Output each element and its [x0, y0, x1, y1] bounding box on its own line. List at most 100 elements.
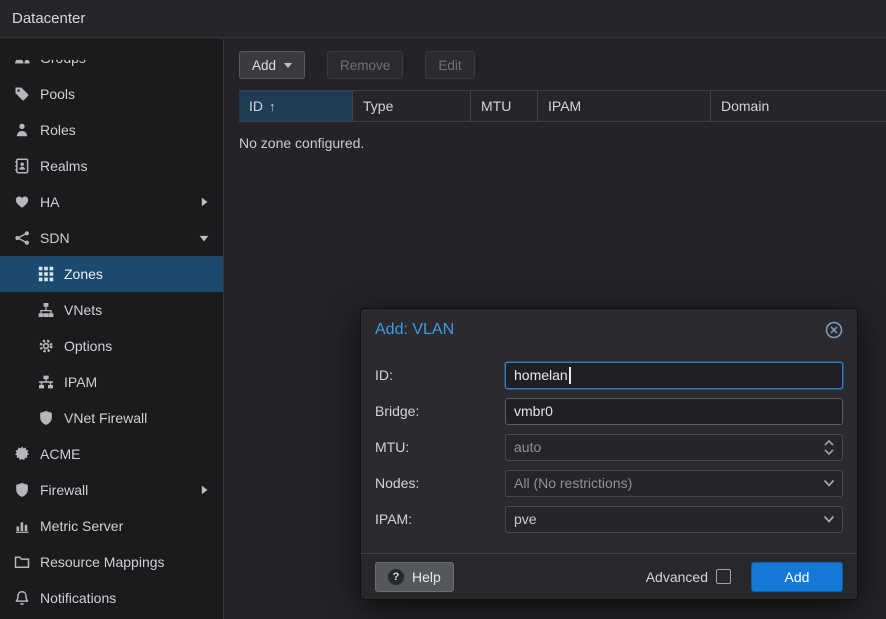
certificate-icon — [14, 446, 30, 462]
bar-chart-icon — [14, 518, 30, 534]
sidebar-item-firewall[interactable]: Firewall — [0, 472, 223, 508]
sidebar-item-label: HA — [40, 194, 59, 210]
field-row-bridge: Bridge: — [375, 393, 843, 429]
sidebar-item-label: Realms — [40, 158, 87, 174]
id-input[interactable] — [505, 362, 843, 389]
mtu-label: MTU: — [375, 439, 505, 455]
mtu-spinner[interactable]: auto — [505, 434, 843, 461]
grid-icon — [38, 266, 54, 282]
sort-ascending-icon: ↑ — [269, 99, 276, 114]
bridge-input[interactable] — [505, 398, 843, 425]
top-bar: Datacenter — [0, 0, 886, 38]
sidebar-item-vnets[interactable]: VNets — [0, 292, 223, 328]
gear-icon — [38, 338, 54, 354]
shield-icon — [38, 410, 54, 426]
network-wired-icon — [38, 374, 54, 390]
bell-icon — [14, 590, 30, 606]
network-share-icon — [14, 230, 30, 246]
remove-button[interactable]: Remove — [327, 51, 403, 79]
table-header: ID ↑ Type MTU IPAM Domain — [239, 90, 886, 122]
column-header-id[interactable]: ID ↑ — [239, 91, 353, 121]
close-icon[interactable] — [825, 321, 843, 339]
column-header-mtu[interactable]: MTU — [471, 91, 538, 121]
sidebar-item-label: IPAM — [64, 374, 97, 390]
sidebar-item-label: VNets — [64, 302, 102, 318]
spinner-up-icon[interactable] — [824, 440, 834, 446]
sidebar-item-label: Zones — [64, 266, 103, 282]
sidebar-item-label: VNet Firewall — [64, 410, 147, 426]
address-book-icon — [14, 158, 30, 174]
sidebar-item-acme[interactable]: ACME — [0, 436, 223, 472]
shield-icon — [14, 482, 30, 498]
ipam-label: IPAM: — [375, 511, 505, 527]
sidebar-item-metric-server[interactable]: Metric Server — [0, 508, 223, 544]
advanced-checkbox[interactable] — [716, 569, 731, 584]
tags-icon — [14, 86, 30, 102]
sidebar-item-realms[interactable]: Realms — [0, 148, 223, 184]
spinner-buttons — [824, 434, 838, 461]
nodes-select[interactable]: All (No restrictions) — [505, 470, 843, 497]
column-header-type[interactable]: Type — [353, 91, 471, 121]
text-cursor — [569, 367, 571, 384]
dialog-add-button[interactable]: Add — [751, 562, 843, 592]
field-row-ipam: IPAM: pve — [375, 501, 843, 537]
help-button[interactable]: ? Help — [375, 562, 454, 592]
sidebar-item-options[interactable]: Options — [0, 328, 223, 364]
sidebar-item-label: Notifications — [40, 590, 116, 606]
sidebar-item-ipam[interactable]: IPAM — [0, 364, 223, 400]
heart-icon — [14, 194, 30, 210]
bridge-label: Bridge: — [375, 403, 505, 419]
field-row-nodes: Nodes: All (No restrictions) — [375, 465, 843, 501]
edit-button[interactable]: Edit — [425, 51, 474, 79]
sidebar-item-label: Resource Mappings — [40, 554, 165, 570]
sidebar: Groups Pools Roles Realms HA — [0, 39, 224, 619]
chevron-down-icon — [823, 515, 835, 524]
sitemap-icon — [38, 302, 54, 318]
sidebar-item-label: Options — [64, 338, 112, 354]
sidebar-item-roles[interactable]: Roles — [0, 112, 223, 148]
dialog-header[interactable]: Add: VLAN — [361, 309, 857, 351]
sidebar-item-zones[interactable]: Zones — [0, 256, 223, 292]
sidebar-item-ha[interactable]: HA — [0, 184, 223, 220]
sidebar-item-label: Metric Server — [40, 518, 123, 534]
chevron-down-icon — [823, 479, 835, 488]
resource-tree: Groups Pools Roles Realms HA — [0, 39, 223, 616]
spinner-down-icon[interactable] — [824, 449, 834, 455]
nodes-label: Nodes: — [375, 475, 505, 491]
dialog-footer: ? Help Advanced Add — [361, 553, 857, 599]
id-label: ID: — [375, 367, 505, 383]
sidebar-item-resource-mappings[interactable]: Resource Mappings — [0, 544, 223, 580]
add-vlan-dialog: Add: VLAN ID: Bridge: MTU: auto — [360, 308, 858, 600]
sidebar-item-label: Firewall — [40, 482, 88, 498]
ipam-select[interactable]: pve — [505, 506, 843, 533]
zones-toolbar: Add Remove Edit — [225, 39, 886, 90]
field-row-id: ID: — [375, 357, 843, 393]
question-icon: ? — [388, 569, 404, 585]
sidebar-item-label: ACME — [40, 446, 80, 462]
page-title: Datacenter — [12, 10, 85, 27]
add-menu-button[interactable]: Add — [239, 51, 305, 79]
chevron-right-icon[interactable] — [197, 195, 211, 209]
sidebar-item-sdn[interactable]: SDN — [0, 220, 223, 256]
chevron-down-icon[interactable] — [197, 231, 211, 245]
sidebar-item-groups[interactable]: Groups — [0, 40, 223, 76]
user-icon — [14, 122, 30, 138]
advanced-label: Advanced — [646, 569, 708, 585]
folder-icon — [14, 554, 30, 570]
groups-icon — [14, 50, 30, 66]
dialog-title: Add: VLAN — [375, 321, 454, 339]
sidebar-item-pools[interactable]: Pools — [0, 76, 223, 112]
sidebar-item-label: Roles — [40, 122, 76, 138]
empty-table-message: No zone configured. — [225, 122, 886, 151]
field-row-mtu: MTU: auto — [375, 429, 843, 465]
sidebar-item-label: Groups — [40, 50, 86, 66]
sidebar-item-label: SDN — [40, 230, 70, 246]
sidebar-item-notifications[interactable]: Notifications — [0, 580, 223, 616]
caret-down-icon — [284, 63, 292, 68]
column-header-domain[interactable]: Domain — [711, 91, 886, 121]
chevron-right-icon[interactable] — [197, 483, 211, 497]
column-header-ipam[interactable]: IPAM — [538, 91, 711, 121]
sidebar-item-label: Pools — [40, 86, 75, 102]
sidebar-item-vnet-firewall[interactable]: VNet Firewall — [0, 400, 223, 436]
dialog-body: ID: Bridge: MTU: auto — [361, 351, 857, 553]
